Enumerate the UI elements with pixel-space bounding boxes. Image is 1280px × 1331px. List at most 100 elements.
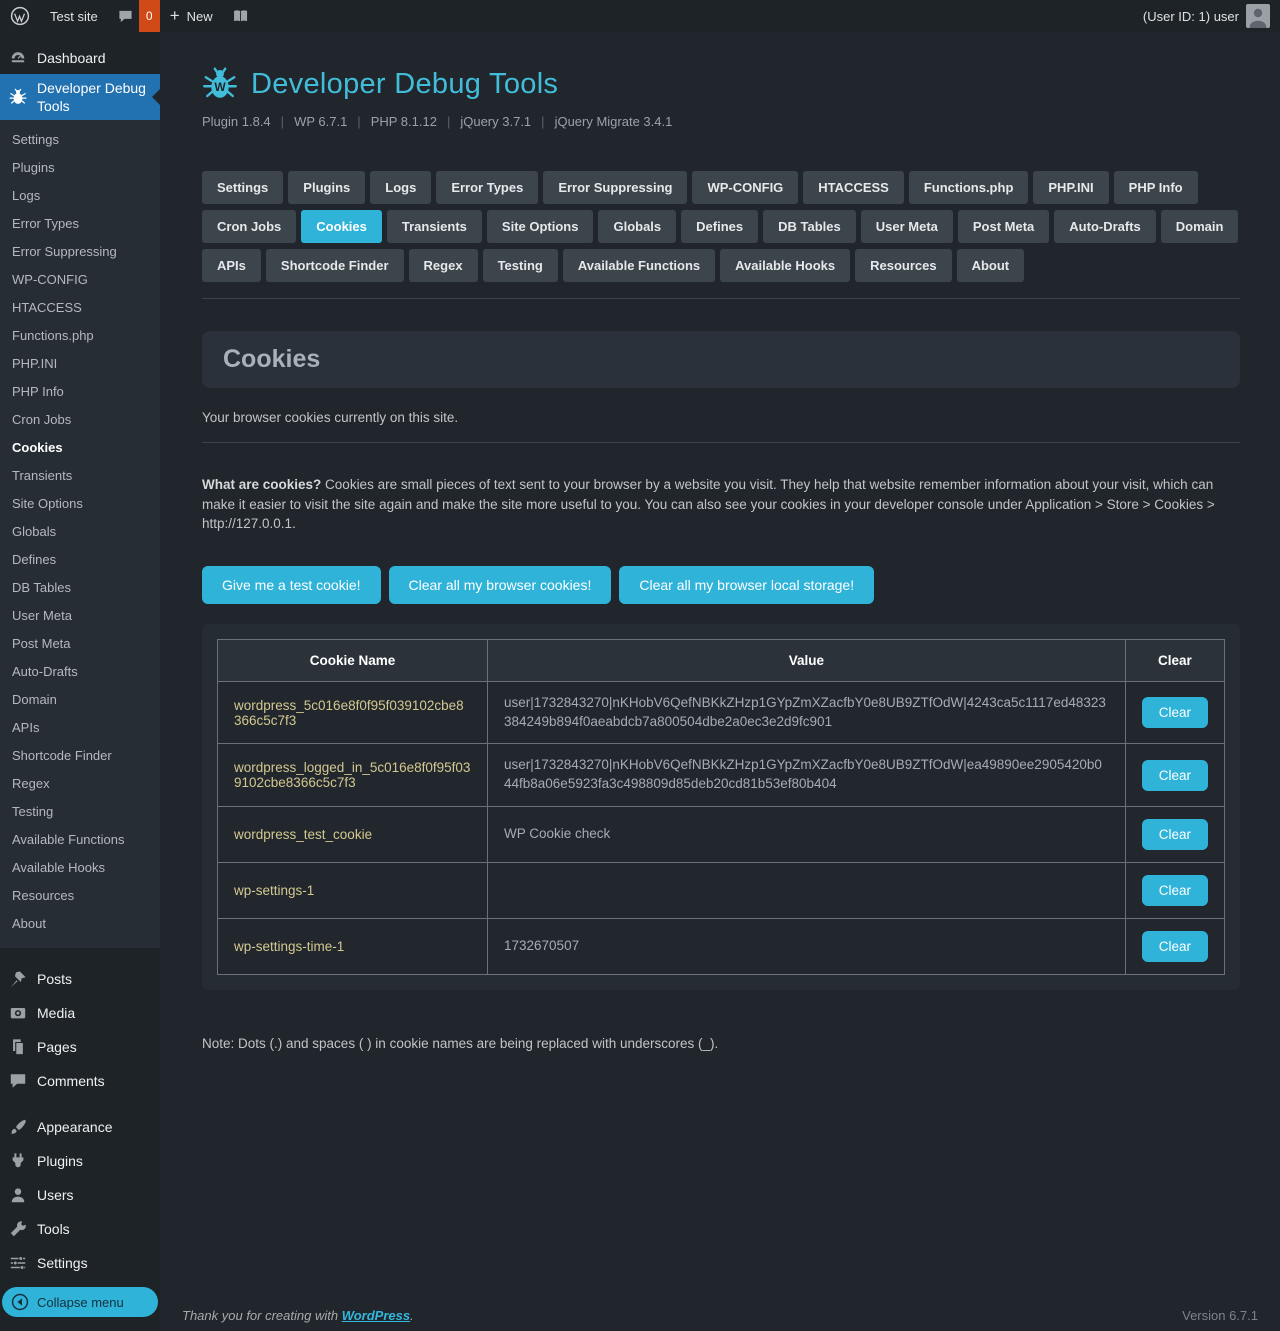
submenu-item[interactable]: Settings — [0, 126, 160, 154]
cookie-clear-cell: Clear — [1125, 863, 1224, 919]
submenu-item[interactable]: Resources — [0, 882, 160, 910]
tab[interactable]: WP-CONFIG — [692, 171, 798, 204]
tab[interactable]: Defines — [681, 210, 758, 243]
tab[interactable]: Logs — [370, 171, 431, 204]
submenu-item[interactable]: Cookies — [0, 434, 160, 462]
sidebar-item-settings[interactable]: Settings — [0, 1246, 160, 1280]
tab[interactable]: Shortcode Finder — [266, 249, 404, 282]
submenu-item[interactable]: Post Meta — [0, 630, 160, 658]
tab[interactable]: Post Meta — [958, 210, 1049, 243]
pages-icon — [8, 1037, 28, 1057]
tab[interactable]: Error Suppressing — [543, 171, 687, 204]
admin-footer: Thank you for creating with WordPress. V… — [182, 1308, 1258, 1323]
collapse-menu-button[interactable]: Collapse menu — [2, 1287, 158, 1317]
tab[interactable]: Testing — [483, 249, 558, 282]
sidebar-item-appearance[interactable]: Appearance — [0, 1110, 160, 1144]
tab[interactable]: DB Tables — [763, 210, 856, 243]
site-name-menu[interactable]: Test site — [40, 0, 108, 32]
submenu-item[interactable]: Domain — [0, 686, 160, 714]
submenu-item[interactable]: Available Functions — [0, 826, 160, 854]
submenu-item[interactable]: Regex — [0, 770, 160, 798]
divider — [202, 298, 1240, 299]
main-content: W Developer Debug Tools Plugin 1.8.4WP 6… — [160, 32, 1280, 1331]
plugins-icon — [8, 1151, 28, 1171]
tab[interactable]: Plugins — [288, 171, 365, 204]
cookie-action-button[interactable]: Clear all my browser local storage! — [619, 566, 874, 604]
tab[interactable]: PHP.INI — [1033, 171, 1108, 204]
comments-menu[interactable] — [108, 0, 139, 32]
clear-cookie-button[interactable]: Clear — [1142, 697, 1208, 728]
tab[interactable]: APIs — [202, 249, 261, 282]
sidebar-item-media[interactable]: Media — [0, 996, 160, 1030]
tab[interactable]: Functions.php — [909, 171, 1029, 204]
clear-cookie-button[interactable]: Clear — [1142, 931, 1208, 962]
submenu-item[interactable]: User Meta — [0, 602, 160, 630]
tab[interactable]: Cookies — [301, 210, 382, 243]
my-account-menu[interactable]: (User ID: 1) user — [1133, 4, 1280, 28]
submenu-item[interactable]: HTACCESS — [0, 294, 160, 322]
submenu-item[interactable]: Transients — [0, 462, 160, 490]
tab[interactable]: Transients — [387, 210, 482, 243]
submenu-item[interactable]: Error Suppressing — [0, 238, 160, 266]
comment-count-badge[interactable]: 0 — [139, 0, 160, 32]
submenu-item[interactable]: Cron Jobs — [0, 406, 160, 434]
cookies-table-container: Cookie Name Value Clear wordpress_5c016e… — [202, 624, 1240, 991]
sidebar-item-users[interactable]: Users — [0, 1178, 160, 1212]
sidebar-item-tools[interactable]: Tools — [0, 1212, 160, 1246]
submenu-item[interactable]: Globals — [0, 518, 160, 546]
cookie-action-buttons: Give me a test cookie!Clear all my brows… — [202, 566, 1240, 604]
tab[interactable]: Site Options — [487, 210, 594, 243]
sidebar-item-developer-debug-tools[interactable]: Developer Debug Tools — [0, 74, 160, 120]
tab[interactable]: Settings — [202, 171, 283, 204]
submenu-item[interactable]: Auto-Drafts — [0, 658, 160, 686]
submenu-item[interactable]: Site Options — [0, 490, 160, 518]
submenu-item[interactable]: APIs — [0, 714, 160, 742]
wordpress-link[interactable]: WordPress — [342, 1308, 410, 1323]
clear-cookie-button[interactable]: Clear — [1142, 760, 1208, 791]
sidebar-item-plugins[interactable]: Plugins — [0, 1144, 160, 1178]
submenu-item[interactable]: About — [0, 910, 160, 938]
cookie-action-button[interactable]: Give me a test cookie! — [202, 566, 381, 604]
sidebar-item-pages[interactable]: Pages — [0, 1030, 160, 1064]
cookie-value-cell: 1732670507 — [488, 919, 1126, 975]
submenu-item[interactable]: Error Types — [0, 210, 160, 238]
sidebar-item-comments[interactable]: Comments — [0, 1064, 160, 1098]
submenu-item[interactable]: Plugins — [0, 154, 160, 182]
book-menu[interactable] — [223, 0, 260, 32]
tab[interactable]: About — [957, 249, 1025, 282]
sidebar-item-posts[interactable]: Posts — [0, 962, 160, 996]
tab[interactable]: User Meta — [861, 210, 953, 243]
tab[interactable]: PHP Info — [1114, 171, 1198, 204]
tab[interactable]: Available Functions — [563, 249, 715, 282]
sidebar-item-label: Tools — [37, 1219, 70, 1239]
submenu-item[interactable]: Available Hooks — [0, 854, 160, 882]
submenu-item[interactable]: PHP Info — [0, 378, 160, 406]
cookie-clear-cell: Clear — [1125, 681, 1224, 744]
cookie-name-cell: wordpress_test_cookie — [218, 807, 488, 863]
tab[interactable]: HTACCESS — [803, 171, 904, 204]
column-header-cookie-name: Cookie Name — [218, 639, 488, 681]
tab[interactable]: Cron Jobs — [202, 210, 296, 243]
wp-logo-menu[interactable] — [0, 0, 40, 32]
sidebar-item-label: Comments — [37, 1071, 105, 1091]
tab[interactable]: Error Types — [436, 171, 538, 204]
submenu-item[interactable]: WP-CONFIG — [0, 266, 160, 294]
new-content-menu[interactable]: + New — [160, 0, 223, 32]
tab[interactable]: Regex — [409, 249, 478, 282]
tab[interactable]: Resources — [855, 249, 951, 282]
submenu-item[interactable]: Testing — [0, 798, 160, 826]
tab[interactable]: Globals — [598, 210, 676, 243]
tab[interactable]: Domain — [1161, 210, 1239, 243]
submenu-item[interactable]: DB Tables — [0, 574, 160, 602]
submenu-item[interactable]: PHP.INI — [0, 350, 160, 378]
submenu-item[interactable]: Defines — [0, 546, 160, 574]
clear-cookie-button[interactable]: Clear — [1142, 819, 1208, 850]
tab[interactable]: Available Hooks — [720, 249, 850, 282]
submenu-item[interactable]: Shortcode Finder — [0, 742, 160, 770]
submenu-item[interactable]: Functions.php — [0, 322, 160, 350]
sidebar-item-dashboard[interactable]: Dashboard — [0, 42, 160, 74]
clear-cookie-button[interactable]: Clear — [1142, 875, 1208, 906]
submenu-item[interactable]: Logs — [0, 182, 160, 210]
cookie-action-button[interactable]: Clear all my browser cookies! — [389, 566, 612, 604]
tab[interactable]: Auto-Drafts — [1054, 210, 1156, 243]
